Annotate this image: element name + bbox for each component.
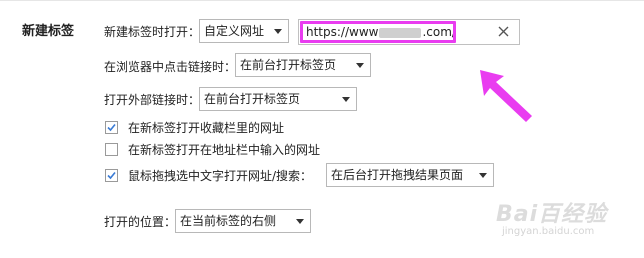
chevron-down-icon: [342, 97, 350, 102]
watermark-logo: Bai百经验: [496, 202, 608, 227]
section-title: 新建标签: [22, 24, 75, 39]
checkbox-bookmark-new-tab[interactable]: [105, 121, 118, 134]
top-divider: [0, 0, 644, 1]
checkmark-icon: [107, 123, 116, 132]
checkbox-drag-select[interactable]: [105, 169, 118, 182]
checkbox-address-bar-new-tab[interactable]: [105, 143, 118, 156]
checkbox-bookmark-new-tab-label: 在新标签打开收藏栏里的网址: [128, 121, 285, 135]
open-position-label: 打开的位置：: [104, 215, 177, 229]
link-click-label: 在浏览器中点击链接时：: [104, 60, 237, 74]
chevron-down-icon: [274, 29, 282, 34]
external-link-label: 打开外部链接时：: [104, 93, 201, 107]
link-click-selected: 在前台打开标签页: [240, 58, 337, 72]
watermark: Bai百经验 jingyan.baidu.com: [496, 196, 607, 237]
chevron-down-icon: [296, 219, 304, 224]
new-tab-open-label: 新建标签时打开：: [104, 25, 201, 39]
open-position-select[interactable]: 在当前标签的右侧: [175, 209, 311, 233]
url-highlight-box: [300, 21, 456, 43]
new-tab-open-selected: 自定义网址: [204, 24, 265, 38]
checkbox-drag-select-label: 鼠标拖拽选中文字打开网址/搜索：: [128, 169, 313, 183]
chevron-down-icon: [356, 63, 364, 68]
link-click-select[interactable]: 在前台打开标签页: [235, 53, 371, 77]
open-position-selected: 在当前标签的右侧: [180, 214, 277, 228]
external-link-select[interactable]: 在前台打开标签页: [199, 87, 357, 111]
chevron-down-icon: [479, 173, 487, 178]
new-tab-open-select[interactable]: 自定义网址: [199, 19, 289, 43]
drag-select-select[interactable]: 在后台打开拖拽结果页面: [326, 163, 494, 187]
annotation-arrow-icon: [480, 70, 532, 122]
watermark-url: jingyan.baidu.com: [502, 226, 595, 237]
external-link-selected: 在前台打开标签页: [204, 92, 301, 106]
checkmark-icon: [107, 171, 116, 180]
drag-select-selected: 在后台打开拖拽结果页面: [331, 168, 464, 182]
checkbox-address-bar-new-tab-label: 在新标签打开在地址栏中输入的网址: [128, 143, 321, 157]
clear-icon[interactable]: [496, 24, 512, 40]
